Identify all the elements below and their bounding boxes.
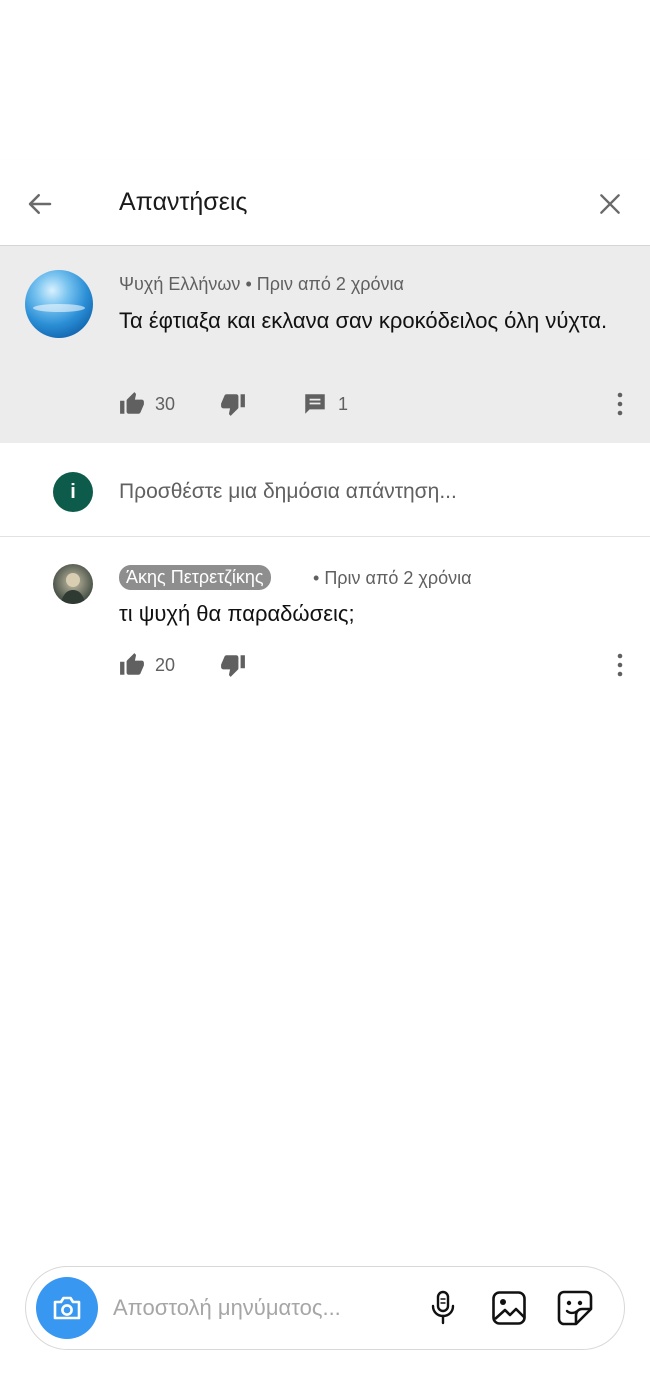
- comment-actions: 30 1: [119, 389, 348, 419]
- thumbs-up-icon: [120, 653, 144, 675]
- add-reply-row: i Προσθέστε μια δημόσια απάντηση...: [0, 443, 650, 537]
- reply-meta: • Πριν από 2 χρόνια: [313, 568, 472, 589]
- reply-text: τι ψυχή θα παραδώσεις;: [119, 601, 355, 626]
- avatar[interactable]: [25, 270, 93, 338]
- sticker-icon: [557, 1290, 593, 1326]
- meta-separator: •: [245, 274, 257, 294]
- message-input[interactable]: Αποστολή μηνύματος...: [113, 1295, 341, 1321]
- gallery-button[interactable]: [489, 1288, 529, 1328]
- reply-actions: 20: [119, 650, 246, 680]
- dislike-button[interactable]: [220, 391, 246, 417]
- close-button[interactable]: [590, 184, 630, 224]
- more-options-button[interactable]: [610, 389, 630, 419]
- back-button[interactable]: [20, 184, 60, 224]
- comment-time: Πριν από 2 χρόνια: [256, 274, 404, 294]
- microphone-button[interactable]: [423, 1288, 463, 1328]
- main-comment: Ψυχή Ελλήνων • Πριν από 2 χρόνια Τα έφτι…: [0, 246, 650, 443]
- more-options-button[interactable]: [610, 650, 630, 680]
- thumbs-down-icon: [221, 655, 245, 677]
- image-icon: [492, 1291, 526, 1325]
- comment-author[interactable]: Ψυχή Ελλήνων: [119, 274, 240, 294]
- comment-meta: Ψυχή Ελλήνων • Πριν από 2 χρόνια: [119, 274, 404, 295]
- camera-button[interactable]: [36, 1277, 98, 1339]
- comment-text: Τα έφτιαξα και εκλανα σαν κροκόδειλος όλ…: [119, 308, 608, 333]
- reply-button[interactable]: 1: [302, 391, 348, 417]
- like-button[interactable]: 20: [119, 652, 175, 678]
- reply-count: 1: [338, 393, 349, 414]
- sticker-button[interactable]: [555, 1288, 595, 1328]
- replies-header: Απαντήσεις: [0, 160, 650, 246]
- like-count: 30: [155, 393, 176, 414]
- more-vert-icon: [617, 392, 623, 416]
- more-vert-icon: [617, 653, 623, 677]
- avatar[interactable]: [53, 564, 93, 604]
- message-composer: Αποστολή μηνύματος...: [25, 1266, 625, 1350]
- camera-icon: [53, 1296, 81, 1320]
- microphone-icon: [431, 1290, 455, 1325]
- like-button[interactable]: 30: [119, 391, 175, 417]
- comment-icon: [305, 394, 325, 414]
- dislike-button[interactable]: [220, 652, 246, 678]
- reply-time: Πριν από 2 χρόνια: [324, 568, 472, 588]
- reply-item: Άκης Πετρετζίκης • Πριν από 2 χρόνια τι …: [0, 537, 650, 697]
- page-title: Απαντήσεις: [119, 188, 248, 216]
- arrow-left-icon: [28, 194, 52, 214]
- meta-separator: •: [313, 568, 325, 588]
- person-photo-icon: [61, 573, 85, 604]
- like-count: 20: [155, 654, 176, 675]
- user-avatar: i: [53, 472, 93, 512]
- thumbs-up-icon: [120, 392, 144, 414]
- reply-input[interactable]: Προσθέστε μια δημόσια απάντηση...: [119, 480, 457, 504]
- close-icon: [600, 194, 620, 214]
- thumbs-down-icon: [221, 394, 245, 416]
- avatar-letter: i: [70, 480, 76, 503]
- reply-author-badge[interactable]: Άκης Πετρετζίκης: [119, 565, 271, 590]
